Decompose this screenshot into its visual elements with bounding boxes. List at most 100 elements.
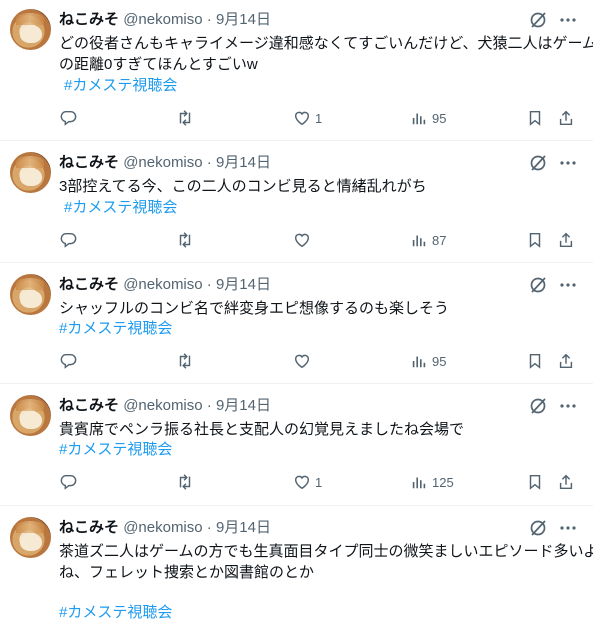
grok-icon[interactable] bbox=[528, 153, 548, 173]
hashtag-link[interactable]: #カメステ視聴会 bbox=[64, 75, 177, 96]
share-button[interactable] bbox=[557, 108, 575, 128]
retweet-button[interactable] bbox=[176, 230, 194, 250]
bookmark-button[interactable] bbox=[526, 108, 544, 128]
timestamp[interactable]: 9月14日 bbox=[216, 397, 271, 414]
tweet-text-line: ね、フェレット捜索とか図書館のとか bbox=[59, 564, 315, 581]
like-button[interactable]: 1 bbox=[293, 472, 322, 492]
display-name[interactable]: ねこみそ bbox=[59, 11, 119, 28]
tweet-text: どの役者さんもキャライメージ違和感なくてすごいんだけど、犬猿二人はゲームと の距… bbox=[59, 33, 593, 75]
like-button[interactable] bbox=[293, 230, 315, 250]
share-button[interactable] bbox=[557, 230, 575, 250]
tweet[interactable]: ねこみそ @nekomiso · 9月14日 茶道ズ二人はゲームの方でも生真面目… bbox=[0, 506, 593, 630]
avatar[interactable] bbox=[10, 517, 51, 558]
reply-button[interactable] bbox=[59, 472, 77, 492]
tweet-text-line: 茶道ズ二人はゲームの方でも生真面目タイプ同士の微笑ましいエピソード多いよ bbox=[59, 543, 593, 560]
timestamp[interactable]: 9月14日 bbox=[216, 11, 271, 28]
display-name[interactable]: ねこみそ bbox=[59, 154, 119, 171]
avatar[interactable] bbox=[10, 152, 51, 193]
views-button[interactable]: 87 bbox=[410, 230, 446, 250]
avatar[interactable] bbox=[10, 274, 51, 315]
retweet-icon bbox=[179, 110, 191, 126]
more-icon[interactable] bbox=[558, 275, 578, 295]
grok-icon[interactable] bbox=[528, 396, 548, 416]
more-icon[interactable] bbox=[558, 10, 578, 30]
handle[interactable]: @nekomiso bbox=[123, 11, 202, 28]
tweet[interactable]: ねこみそ @nekomiso · 9月14日 どの役者さんもキャライメージ違和感… bbox=[0, 0, 593, 140]
grok-icon[interactable] bbox=[528, 275, 548, 295]
share-button[interactable] bbox=[557, 351, 575, 371]
tweet-text-line: 3部控えてる今、この二人のコンビ見ると情緒乱れがち bbox=[59, 178, 427, 195]
dot-separator: · bbox=[206, 519, 212, 536]
tweet[interactable]: ねこみそ @nekomiso · 9月14日 3部控えてる今、この二人のコンビ見… bbox=[0, 141, 593, 262]
retweet-button[interactable] bbox=[176, 108, 194, 128]
dot-separator: · bbox=[206, 154, 212, 171]
like-button[interactable] bbox=[293, 351, 315, 371]
like-count: 1 bbox=[315, 110, 323, 126]
retweet-icon bbox=[179, 232, 191, 248]
tweet-header: ねこみそ @nekomiso · 9月14日 bbox=[59, 10, 271, 30]
dot-separator: · bbox=[206, 397, 212, 414]
hashtag-link[interactable]: #カメステ視聴会 bbox=[64, 197, 177, 218]
tweet[interactable]: ねこみそ @nekomiso · 9月14日 シャッフルのコンビ名で絆変身エピ想… bbox=[0, 263, 593, 383]
tweet[interactable]: ねこみそ @nekomiso · 9月14日 貴賓席でペンラ振る社長と支配人の幻… bbox=[0, 384, 593, 505]
share-icon bbox=[559, 353, 573, 369]
bookmark-icon bbox=[529, 110, 541, 126]
tweet-header: ねこみそ @nekomiso · 9月14日 bbox=[59, 396, 271, 416]
view-count: 95 bbox=[432, 353, 447, 369]
tweet-header: ねこみそ @nekomiso · 9月14日 bbox=[59, 518, 271, 538]
share-button[interactable] bbox=[557, 472, 575, 492]
handle[interactable]: @nekomiso bbox=[123, 397, 202, 414]
bookmark-button[interactable] bbox=[526, 351, 544, 371]
more-icon[interactable] bbox=[558, 396, 578, 416]
tweet-text: 茶道ズ二人はゲームの方でも生真面目タイプ同士の微笑ましいエピソード多いよ ね、フ… bbox=[59, 541, 593, 583]
reply-button[interactable] bbox=[59, 351, 77, 371]
heart-icon bbox=[294, 475, 310, 490]
timestamp[interactable]: 9月14日 bbox=[216, 519, 271, 536]
view-count: 125 bbox=[432, 474, 454, 490]
heart-icon bbox=[294, 233, 310, 248]
bookmark-button[interactable] bbox=[526, 230, 544, 250]
timestamp[interactable]: 9月14日 bbox=[216, 154, 271, 171]
view-count: 87 bbox=[432, 232, 447, 248]
tweet-text-line: どの役者さんもキャライメージ違和感なくてすごいんだけど、犬猿二人はゲームと bbox=[59, 35, 593, 52]
retweet-button[interactable] bbox=[176, 472, 194, 492]
reply-button[interactable] bbox=[59, 108, 77, 128]
views-button[interactable]: 95 bbox=[410, 351, 446, 371]
tweet-header: ねこみそ @nekomiso · 9月14日 bbox=[59, 275, 271, 295]
views-button[interactable]: 125 bbox=[410, 472, 454, 492]
bookmark-icon bbox=[529, 232, 541, 248]
timestamp[interactable]: 9月14日 bbox=[216, 276, 271, 293]
share-icon bbox=[559, 110, 573, 126]
handle[interactable]: @nekomiso bbox=[123, 276, 202, 293]
bookmark-button[interactable] bbox=[526, 472, 544, 492]
grok-icon[interactable] bbox=[528, 10, 548, 30]
display-name[interactable]: ねこみそ bbox=[59, 519, 119, 536]
retweet-icon bbox=[179, 474, 191, 490]
share-icon bbox=[559, 474, 573, 490]
retweet-button[interactable] bbox=[176, 351, 194, 371]
more-icon[interactable] bbox=[558, 153, 578, 173]
views-button[interactable]: 95 bbox=[410, 108, 446, 128]
bookmark-icon bbox=[529, 474, 541, 490]
timeline-feed: ねこみそ @nekomiso · 9月14日 どの役者さんもキャライメージ違和感… bbox=[0, 0, 593, 630]
avatar[interactable] bbox=[10, 9, 51, 50]
analytics-icon bbox=[412, 113, 426, 125]
handle[interactable]: @nekomiso bbox=[123, 154, 202, 171]
like-count: 1 bbox=[315, 474, 323, 490]
heart-icon bbox=[294, 354, 310, 369]
display-name[interactable]: ねこみそ bbox=[59, 397, 119, 414]
reply-button[interactable] bbox=[59, 230, 77, 250]
grok-icon[interactable] bbox=[528, 518, 548, 538]
heart-icon bbox=[294, 111, 310, 126]
more-icon[interactable] bbox=[558, 518, 578, 538]
analytics-icon bbox=[412, 477, 426, 489]
hashtag-link[interactable]: #カメステ視聴会 bbox=[59, 439, 172, 460]
display-name[interactable]: ねこみそ bbox=[59, 276, 119, 293]
hashtag-link[interactable]: #カメステ視聴会 bbox=[59, 318, 172, 339]
avatar[interactable] bbox=[10, 395, 51, 436]
like-button[interactable]: 1 bbox=[293, 108, 322, 128]
hashtag-link[interactable]: #カメステ視聴会 bbox=[59, 602, 172, 623]
tweet-text: 3部控えてる今、この二人のコンビ見ると情緒乱れがち bbox=[59, 176, 579, 197]
handle[interactable]: @nekomiso bbox=[123, 519, 202, 536]
tweet-text-line: シャッフルのコンビ名で絆変身エピ想像するのも楽しそう bbox=[59, 300, 450, 317]
